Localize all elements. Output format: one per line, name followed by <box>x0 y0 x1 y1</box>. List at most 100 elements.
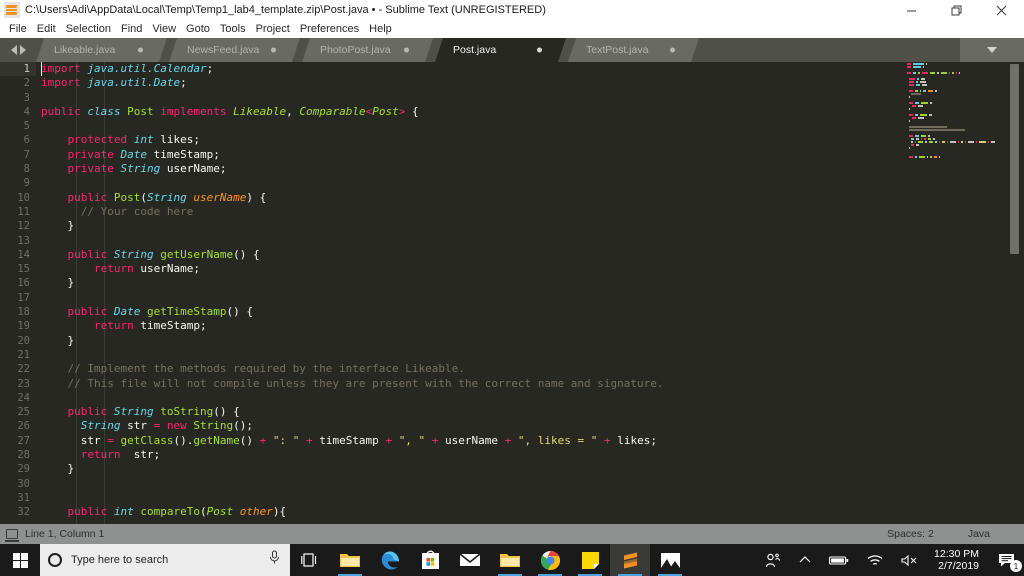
menu-item-file[interactable]: File <box>4 21 32 37</box>
code-line[interactable]: 15 return userName; <box>0 262 905 276</box>
code-line[interactable]: 6 protected int likes; <box>0 133 905 147</box>
menu-item-view[interactable]: View <box>147 21 181 37</box>
tab-overflow-button[interactable] <box>960 38 1024 62</box>
code-line[interactable]: 8 private String userName; <box>0 162 905 176</box>
microsoft-store-icon[interactable] <box>410 544 450 576</box>
vertical-scrollbar[interactable] <box>1005 62 1024 524</box>
code-line[interactable]: 17 <box>0 291 905 305</box>
code-line[interactable]: 30 <box>0 477 905 491</box>
file-explorer-icon[interactable] <box>330 544 370 576</box>
code-editor[interactable]: 1 import java.util.Calendar; 2 import java.… <box>0 62 1024 524</box>
code-line[interactable]: 13 <box>0 234 905 248</box>
chevron-right-icon[interactable] <box>19 45 26 55</box>
menu-item-selection[interactable]: Selection <box>61 21 116 37</box>
people-icon[interactable] <box>756 544 790 576</box>
code-line[interactable]: 28 return str; <box>0 448 905 462</box>
code-line[interactable]: 10 public Post(String userName) { <box>0 191 905 205</box>
clock[interactable]: 12:30 PM 2/7/2019 <box>928 544 989 576</box>
restore-icon[interactable] <box>934 0 979 20</box>
menu-item-find[interactable]: Find <box>116 21 147 37</box>
battery-icon[interactable] <box>820 544 858 576</box>
line-number: 14 <box>17 248 30 261</box>
minimize-icon[interactable] <box>889 0 934 20</box>
search-input[interactable]: Type here to search <box>40 544 290 576</box>
code-line[interactable]: 29 } <box>0 462 905 476</box>
tab-dirty-dot-icon[interactable] <box>537 48 542 53</box>
code-line[interactable]: 20 } <box>0 334 905 348</box>
code-line[interactable]: 7 private Date timeStamp; <box>0 148 905 162</box>
code-line-source: } <box>41 276 75 290</box>
code-line-source: public class Post implements Likeable, C… <box>41 104 419 118</box>
edge-icon[interactable] <box>370 544 410 576</box>
code-line[interactable]: 1 import java.util.Calendar; <box>0 62 905 77</box>
code-line-source: private Date timeStamp; <box>67 147 220 161</box>
tab-textpost-java[interactable]: TextPost.java <box>568 38 699 62</box>
code-line[interactable]: 23 // This file will not compile unless … <box>0 377 905 391</box>
code-line[interactable]: 25 public String toString() { <box>0 405 905 419</box>
tab-photopost-java[interactable]: PhotoPost.java <box>302 38 433 62</box>
code-line[interactable]: 19 return timeStamp; <box>0 319 905 333</box>
line-number: 1 <box>0 62 36 77</box>
tab-post-java[interactable]: Post.java <box>435 38 566 62</box>
code-line[interactable]: 32 public int compareTo(Post other){ <box>0 505 905 519</box>
chevron-left-icon[interactable] <box>10 45 17 55</box>
code-line[interactable]: 2 import java.util.Date; <box>0 76 905 90</box>
microphone-icon[interactable] <box>269 550 280 570</box>
minimap[interactable] <box>905 62 1005 524</box>
menu-item-project[interactable]: Project <box>251 21 295 37</box>
code-line[interactable]: 11 // Your code here <box>0 205 905 219</box>
save-indicator-icon <box>5 529 19 542</box>
menu-item-preferences[interactable]: Preferences <box>295 21 364 37</box>
line-number: 11 <box>17 205 30 218</box>
show-hidden-icons-chevron[interactable] <box>790 544 820 576</box>
cursor-position-label[interactable]: Line 1, Column 1 <box>25 528 104 540</box>
code-line[interactable]: 12 } <box>0 219 905 233</box>
scrollbar-thumb[interactable] <box>1010 64 1019 254</box>
code-line[interactable]: 9 <box>0 176 905 190</box>
tab-dirty-dot-icon[interactable] <box>138 48 143 53</box>
photos-icon[interactable] <box>650 544 690 576</box>
tab-dirty-dot-icon[interactable] <box>404 48 409 53</box>
indentation-label[interactable]: Spaces: 2 <box>887 528 934 540</box>
sublime-text-icon[interactable] <box>610 544 650 576</box>
menu-item-help[interactable]: Help <box>364 21 397 37</box>
line-number: 15 <box>17 263 30 276</box>
code-line[interactable]: 3 <box>0 91 905 105</box>
file-explorer-2-icon[interactable] <box>490 544 530 576</box>
code-line[interactable]: 24 <box>0 391 905 405</box>
tab-scroll-controls[interactable] <box>0 38 36 62</box>
menu-item-edit[interactable]: Edit <box>32 21 61 37</box>
chevron-down-icon[interactable] <box>987 47 997 53</box>
syntax-label[interactable]: Java <box>968 528 990 540</box>
code-text-area[interactable]: 1 import java.util.Calendar; 2 import java.… <box>0 62 905 524</box>
tab-newsfeed-java[interactable]: NewsFeed.java <box>169 38 300 62</box>
code-line[interactable]: 14 public String getUserName() { <box>0 248 905 262</box>
code-line[interactable]: 22 // Implement the methods required by … <box>0 362 905 376</box>
code-line[interactable]: 4 public class Post implements Likeable, … <box>0 105 905 119</box>
chrome-icon[interactable] <box>530 544 570 576</box>
code-line[interactable]: 21 <box>0 348 905 362</box>
volume-muted-icon[interactable] <box>892 544 928 576</box>
code-line[interactable]: 27 str = getClass().getName() + ": " + t… <box>0 434 905 448</box>
tab-likeable-java[interactable]: Likeable.java <box>36 38 167 62</box>
code-line[interactable]: 16 } <box>0 276 905 290</box>
line-number: 4 <box>23 105 30 118</box>
sticky-notes-icon[interactable] <box>570 544 610 576</box>
code-line[interactable]: 18 public Date getTimeStamp() { <box>0 305 905 319</box>
code-line[interactable]: 5 <box>0 119 905 133</box>
code-line[interactable]: 31 <box>0 491 905 505</box>
close-icon[interactable] <box>979 0 1024 20</box>
code-line-source: return str; <box>80 448 161 462</box>
mail-icon[interactable] <box>450 544 490 576</box>
line-number: 2 <box>23 77 30 90</box>
code-line[interactable]: 26 String str = new String(); <box>0 419 905 433</box>
menu-item-tools[interactable]: Tools <box>215 21 251 37</box>
tab-dirty-dot-icon[interactable] <box>670 48 675 53</box>
task-view-icon[interactable] <box>290 544 330 576</box>
menu-item-goto[interactable]: Goto <box>181 21 215 37</box>
tab-dirty-dot-icon[interactable] <box>271 48 276 53</box>
wifi-icon[interactable] <box>858 544 892 576</box>
line-number: 21 <box>17 348 30 361</box>
action-center-icon[interactable]: 1 <box>989 544 1024 576</box>
windows-start-icon[interactable] <box>0 544 40 576</box>
